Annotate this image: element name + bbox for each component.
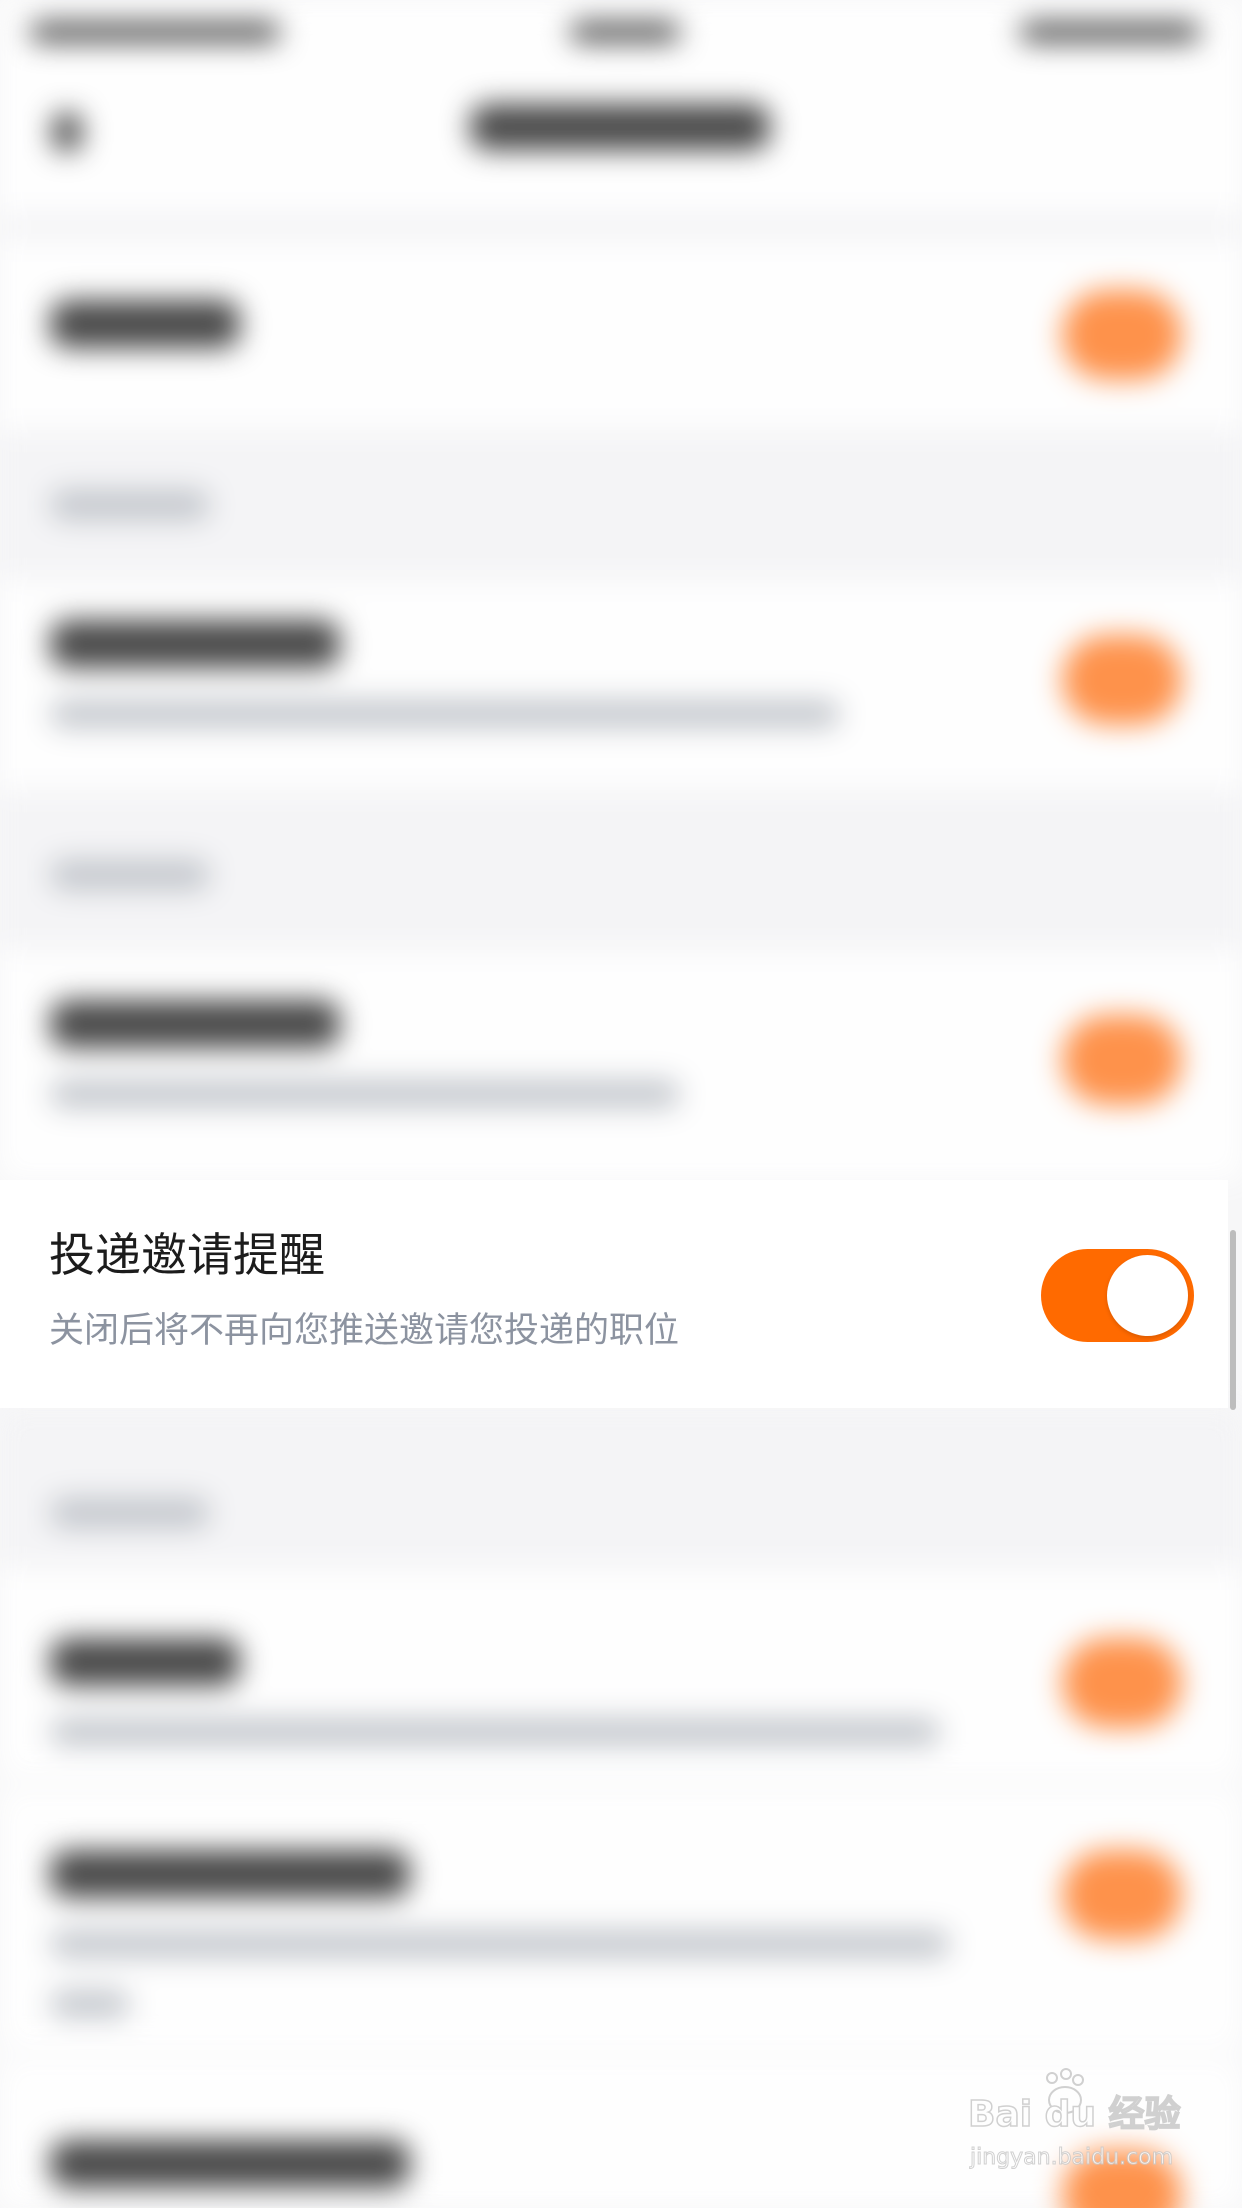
setting-description: 关闭后将不再向您推送邀请您投递的职位: [49, 1311, 680, 1351]
baidu-paw-icon: Bai du 经验 jingyan.baidu.com: [967, 2068, 1181, 2171]
blurred-background: [0, 0, 1242, 2208]
back-arrow-icon[interactable]: [52, 112, 82, 152]
status-bar: [0, 0, 1242, 64]
toggle-knob: [1107, 1255, 1188, 1336]
delivery-invitation-reminder-row: 投递邀请提醒 关闭后将不再向您推送邀请您投递的职位: [0, 1180, 1228, 1408]
setting-title: 投递邀请提醒: [49, 1228, 325, 1282]
navigation-bar: [0, 64, 1242, 214]
scroll-indicator[interactable]: [1230, 1230, 1236, 1410]
settings-screen: 投递邀请提醒 关闭后将不再向您推送邀请您投递的职位 Bai du 经验 jing…: [0, 0, 1242, 2208]
watermark-url: jingyan.baidu.com: [969, 2145, 1173, 2170]
baidu-jingyan-watermark: Bai du 经验 jingyan.baidu.com: [967, 2060, 1198, 2180]
reminder-toggle-switch[interactable]: [1041, 1249, 1194, 1342]
watermark-brand: Bai du 经验: [968, 2094, 1181, 2135]
